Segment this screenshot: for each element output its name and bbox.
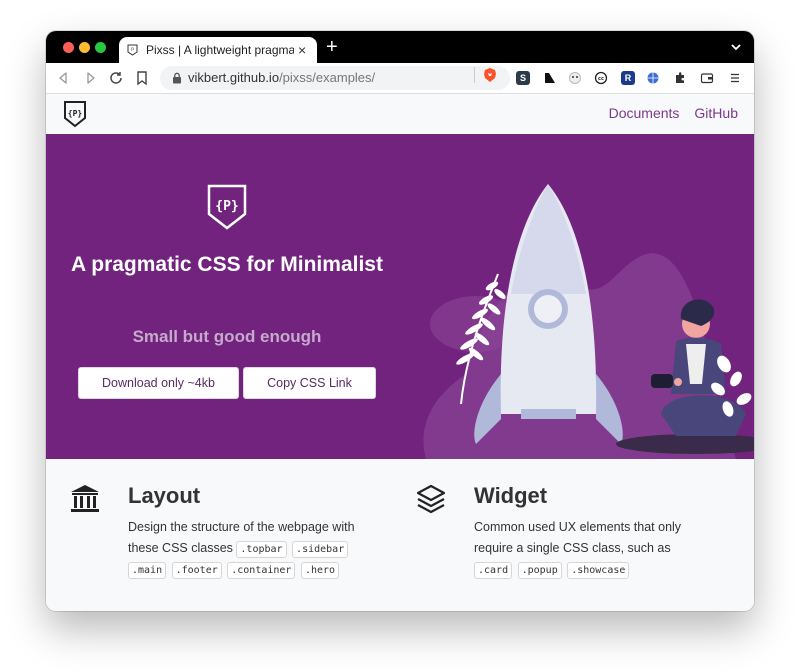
extension-s-icon[interactable]: S bbox=[516, 71, 530, 85]
url-text: vikbert.github.io/pixss/examples/ bbox=[188, 70, 375, 85]
extension-r-icon[interactable]: R bbox=[621, 71, 635, 85]
css-class-tag: .container bbox=[227, 562, 296, 579]
feature-desc-text: Common used UX elements that only requir… bbox=[474, 520, 682, 555]
pixss-logo-icon[interactable]: {P} bbox=[62, 100, 88, 128]
download-button[interactable]: Download only ~4kb bbox=[78, 367, 239, 399]
nav-documents-link[interactable]: Documents bbox=[609, 105, 680, 121]
css-class-tag: .topbar bbox=[236, 541, 287, 558]
css-class-tag: .footer bbox=[171, 562, 222, 579]
tab-bar: P Pixss | A lightweight pragmatic × + bbox=[46, 31, 754, 63]
active-tab[interactable]: P Pixss | A lightweight pragmatic × bbox=[119, 37, 317, 63]
css-class-tag: .popup bbox=[517, 562, 562, 579]
features-section: Layout Design the structure of the webpa… bbox=[46, 459, 754, 611]
css-class-tag: .main bbox=[128, 562, 167, 579]
menu-icon[interactable] bbox=[728, 71, 742, 85]
feature-description: Common used UX elements that only requir… bbox=[474, 517, 704, 580]
hero-section: {P} A pragmatic CSS for Minimalist Small… bbox=[46, 134, 754, 459]
tab-title: Pixss | A lightweight pragmatic bbox=[146, 43, 294, 57]
feature-title: Widget bbox=[474, 483, 548, 508]
extension-cc-icon[interactable]: cc bbox=[594, 71, 608, 85]
pixss-logo-icon: {P} bbox=[207, 184, 247, 230]
bookmark-icon[interactable] bbox=[134, 70, 150, 86]
hero-title: A pragmatic CSS for Minimalist bbox=[71, 253, 383, 276]
svg-text:{P}: {P} bbox=[68, 109, 83, 118]
puzzle-icon[interactable] bbox=[673, 71, 687, 85]
new-tab-button[interactable]: + bbox=[326, 37, 338, 57]
url-path: /pixss/examples/ bbox=[279, 70, 376, 85]
pixss-favicon-icon: P bbox=[127, 44, 138, 56]
svg-text:P: P bbox=[131, 47, 134, 53]
css-class-tag: .sidebar bbox=[292, 541, 349, 558]
divider bbox=[474, 67, 475, 83]
lock-icon bbox=[173, 72, 181, 84]
bank-icon bbox=[71, 485, 99, 512]
extension-globe-icon[interactable] bbox=[646, 71, 660, 85]
back-icon[interactable] bbox=[56, 70, 72, 86]
extension-owl-icon[interactable] bbox=[568, 71, 582, 85]
brave-shield-icon[interactable] bbox=[483, 67, 497, 83]
svg-text:{P}: {P} bbox=[215, 199, 238, 214]
css-class-tag: .showcase bbox=[567, 562, 630, 579]
rocket-illustration bbox=[423, 184, 754, 459]
feature-description: Design the structure of the webpage with… bbox=[128, 517, 358, 580]
copy-css-link-button[interactable]: Copy CSS Link bbox=[243, 367, 376, 399]
layers-icon bbox=[416, 484, 446, 514]
web-page: {P} Documents GitHub {P} A pragmatic CSS… bbox=[46, 94, 754, 611]
tab-close-icon[interactable]: × bbox=[298, 43, 306, 57]
forward-icon[interactable] bbox=[82, 70, 98, 86]
extension-notion-icon[interactable] bbox=[543, 71, 557, 85]
url-host: vikbert.github.io bbox=[188, 70, 280, 85]
wallet-icon[interactable] bbox=[700, 71, 714, 85]
address-bar[interactable]: vikbert.github.io/pixss/examples/ bbox=[160, 66, 510, 90]
site-nav: Documents GitHub bbox=[609, 105, 738, 121]
feature-title: Layout bbox=[128, 483, 201, 508]
zoom-window-button[interactable] bbox=[95, 42, 106, 53]
close-window-button[interactable] bbox=[63, 42, 74, 53]
nav-github-link[interactable]: GitHub bbox=[694, 105, 738, 121]
hero-subtitle: Small but good enough bbox=[132, 327, 322, 346]
chevron-down-icon[interactable] bbox=[730, 41, 742, 53]
reload-icon[interactable] bbox=[108, 70, 124, 86]
browser-window: P Pixss | A lightweight pragmatic × + vi… bbox=[46, 31, 754, 611]
minimize-window-button[interactable] bbox=[79, 42, 90, 53]
browser-toolbar: vikbert.github.io/pixss/examples/ S cc R bbox=[46, 63, 754, 94]
svg-text:cc: cc bbox=[598, 76, 604, 82]
css-class-tag: .card bbox=[474, 562, 513, 579]
site-topbar: {P} Documents GitHub bbox=[46, 94, 754, 135]
css-class-tag: .hero bbox=[300, 562, 340, 579]
